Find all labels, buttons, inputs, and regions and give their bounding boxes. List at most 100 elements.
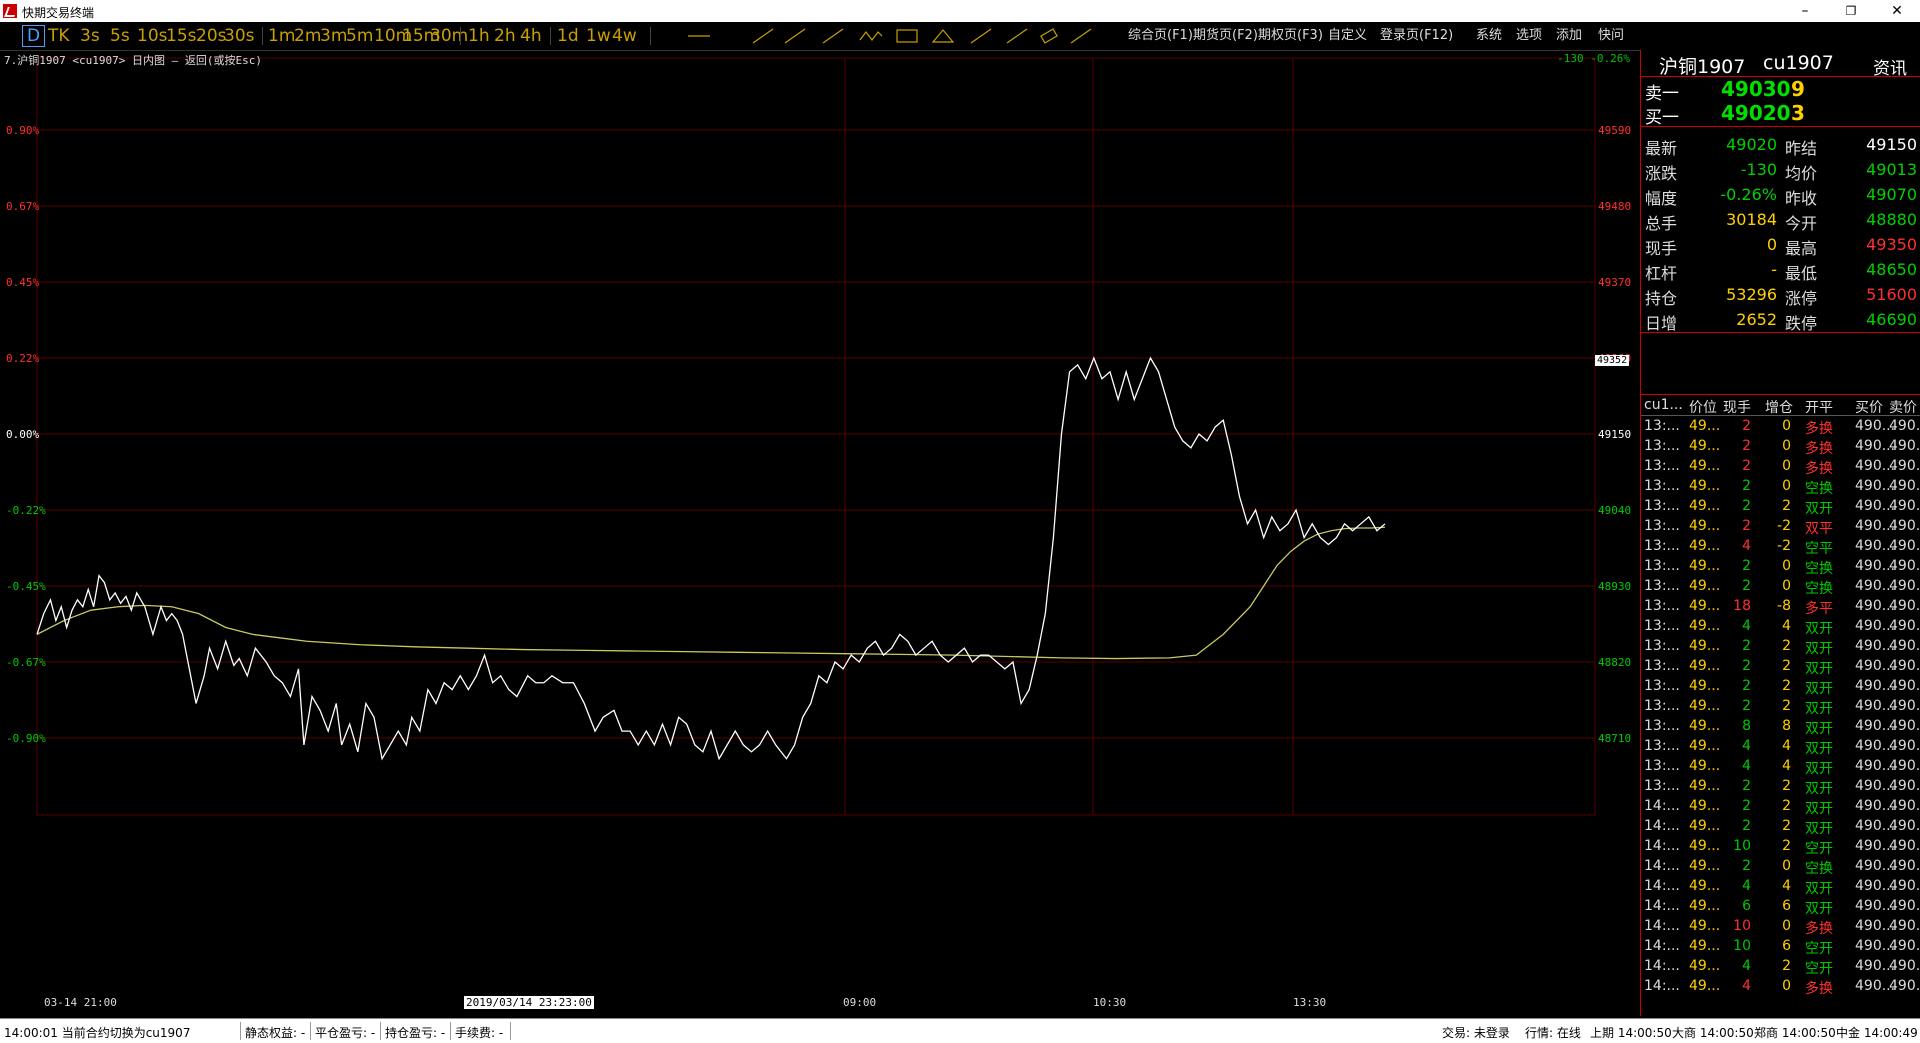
timeframe-1h[interactable]: 1h bbox=[468, 26, 490, 46]
line-icon[interactable] bbox=[686, 26, 712, 46]
timeframe-3s[interactable]: 3s bbox=[80, 26, 100, 46]
nav-7[interactable]: 添加 bbox=[1556, 26, 1582, 46]
restore-button[interactable]: ❐ bbox=[1828, 0, 1874, 22]
nav-6[interactable]: 选项 bbox=[1516, 26, 1542, 46]
fib-lines-icon[interactable] bbox=[1004, 26, 1030, 46]
nav-0[interactable]: 综合页(F1) bbox=[1128, 26, 1193, 46]
timeframe-tk[interactable]: TK bbox=[48, 26, 70, 46]
table-row[interactable]: 14:...49...100多换490...490... bbox=[1641, 917, 1920, 937]
table-cell: 2 bbox=[1742, 698, 1751, 714]
fib-fan-icon[interactable] bbox=[968, 26, 994, 46]
nav-5[interactable]: 系统 bbox=[1476, 26, 1502, 46]
timeframe-15s[interactable]: 15s bbox=[166, 26, 197, 46]
timeframe-1m[interactable]: 1m bbox=[268, 26, 295, 46]
nav-3[interactable]: 自定义 bbox=[1328, 26, 1367, 46]
wave-icon[interactable] bbox=[858, 26, 884, 46]
table-cell: 2 bbox=[1742, 678, 1751, 694]
eraser-icon[interactable] bbox=[1036, 26, 1062, 46]
timeframe-1w[interactable]: 1w bbox=[586, 26, 611, 46]
ray-icon[interactable] bbox=[750, 26, 776, 46]
info-value: 49150 bbox=[1866, 135, 1917, 154]
column-header[interactable]: 增仓 bbox=[1765, 397, 1793, 417]
sell1-price[interactable]: 49030 bbox=[1721, 77, 1791, 101]
column-header[interactable]: 开平 bbox=[1805, 397, 1833, 417]
nav-8[interactable]: 快问 bbox=[1598, 26, 1624, 46]
table-row[interactable]: 14:...49...40多换490...490... bbox=[1641, 977, 1920, 997]
table-row[interactable]: 14:...49...22双开490...490... bbox=[1641, 817, 1920, 837]
table-row[interactable]: 14:...49...106空开490...490... bbox=[1641, 937, 1920, 957]
timeframe-2m[interactable]: 2m bbox=[294, 26, 321, 46]
timeframe-5s[interactable]: 5s bbox=[110, 26, 130, 46]
close-button[interactable]: ✕ bbox=[1874, 0, 1920, 22]
buy1-row[interactable]: 买一 49020 3 bbox=[1641, 101, 1920, 128]
table-row[interactable]: 14:...49...22双开490...490... bbox=[1641, 797, 1920, 817]
table-row[interactable]: 13:...49...20空换490...490... bbox=[1641, 557, 1920, 577]
column-header[interactable]: 买价 bbox=[1855, 397, 1883, 417]
table-row[interactable]: 13:...49...20空换490...490... bbox=[1641, 577, 1920, 597]
table-row[interactable]: 13:...49...22双开490...490... bbox=[1641, 777, 1920, 797]
table-row[interactable]: 13:...49...44双开490...490... bbox=[1641, 737, 1920, 757]
rectangle-icon[interactable] bbox=[894, 26, 920, 46]
table-row[interactable]: 13:...49...2-2双平490...490... bbox=[1641, 517, 1920, 537]
table-row[interactable]: 13:...49...44双开490...490... bbox=[1641, 757, 1920, 777]
chart-canvas[interactable] bbox=[0, 50, 1638, 1016]
column-header[interactable]: 卖价 bbox=[1889, 397, 1917, 417]
timeframe-1d[interactable]: 1d bbox=[557, 26, 579, 46]
table-row[interactable]: 13:...49...22双开490...490... bbox=[1641, 497, 1920, 517]
table-row[interactable]: 14:...49...66双开490...490... bbox=[1641, 897, 1920, 917]
table-row[interactable]: 13:...49...4-2空平490...490... bbox=[1641, 537, 1920, 557]
buy1-price[interactable]: 49020 bbox=[1721, 101, 1791, 125]
table-row[interactable]: 13:...49...88双开490...490... bbox=[1641, 717, 1920, 737]
table-row[interactable]: 13:...49...20多换490...490... bbox=[1641, 437, 1920, 457]
table-row[interactable]: 14:...49...20空换490...490... bbox=[1641, 857, 1920, 877]
nav-4[interactable]: 登录页(F12) bbox=[1380, 26, 1453, 46]
timeframe-d[interactable]: D bbox=[22, 25, 46, 47]
table-cell: 4 bbox=[1782, 738, 1791, 754]
timeframe-4w[interactable]: 4w bbox=[612, 26, 637, 46]
chart-title[interactable]: 7.沪铜1907 <cu1907> 日内图 — 返回(或按Esc) bbox=[4, 52, 262, 68]
triangle-icon[interactable] bbox=[930, 26, 956, 46]
minimize-button[interactable]: – bbox=[1782, 0, 1828, 22]
trade-status[interactable]: 交易: 未登录 bbox=[1442, 1024, 1510, 1041]
table-row[interactable]: 13:...49...20空换490...490... bbox=[1641, 477, 1920, 497]
table-cell: 49... bbox=[1689, 818, 1721, 834]
timeframe-30m[interactable]: 30m bbox=[430, 26, 468, 46]
table-row[interactable]: 13:...49...18-8多平490...490... bbox=[1641, 597, 1920, 617]
table-row[interactable]: 13:...49...22双开490...490... bbox=[1641, 637, 1920, 657]
intraday-chart[interactable]: 7.沪铜1907 <cu1907> 日内图 — 返回(或按Esc) -130 -… bbox=[0, 50, 1638, 1016]
table-row[interactable]: 13:...49...20多换490...490... bbox=[1641, 457, 1920, 477]
nav-2[interactable]: 期权页(F3) bbox=[1258, 26, 1323, 46]
table-row[interactable]: 13:...49...22双开490...490... bbox=[1641, 677, 1920, 697]
table-cell: 14:... bbox=[1644, 878, 1680, 894]
table-row[interactable]: 14:...49...44双开490...490... bbox=[1641, 877, 1920, 897]
arrow-icon[interactable] bbox=[820, 26, 846, 46]
nav-1[interactable]: 期货页(F2) bbox=[1193, 26, 1258, 46]
column-header[interactable]: 价位 bbox=[1689, 397, 1717, 417]
timeframe-3m[interactable]: 3m bbox=[320, 26, 347, 46]
timeframe-10s[interactable]: 10s bbox=[137, 26, 168, 46]
hide-icon[interactable] bbox=[1068, 26, 1094, 46]
divider bbox=[262, 27, 263, 45]
table-row[interactable]: 13:...49...22双开490...490... bbox=[1641, 697, 1920, 717]
table-row[interactable]: 14:...49...42空开490...490... bbox=[1641, 957, 1920, 977]
table-row[interactable]: 13:...49...20多换490...490... bbox=[1641, 417, 1920, 437]
sell1-row[interactable]: 卖一 49030 9 bbox=[1641, 77, 1920, 104]
news-link[interactable]: 资讯 bbox=[1873, 54, 1907, 79]
timeframe-30s[interactable]: 30s bbox=[224, 26, 255, 46]
timeframe-20s[interactable]: 20s bbox=[196, 26, 227, 46]
timeframe-2h[interactable]: 2h bbox=[494, 26, 516, 46]
table-row[interactable]: 13:...49...22双开490...490... bbox=[1641, 657, 1920, 677]
info-value: 2652 bbox=[1736, 310, 1777, 329]
column-header[interactable]: cu1... bbox=[1644, 397, 1683, 413]
column-header[interactable]: 现手 bbox=[1723, 397, 1751, 417]
table-cell: 490... bbox=[1889, 518, 1920, 534]
table-row[interactable]: 13:...49...44双开490...490... bbox=[1641, 617, 1920, 637]
table-cell: 2 bbox=[1742, 418, 1751, 434]
timeframe-4h[interactable]: 4h bbox=[520, 26, 542, 46]
segment-icon[interactable] bbox=[782, 26, 808, 46]
timeframe-5m[interactable]: 5m bbox=[346, 26, 373, 46]
info-row: 杠杆 - 最低 48650 bbox=[1641, 257, 1920, 283]
table-cell: 49... bbox=[1689, 458, 1721, 474]
table-cell: 2 bbox=[1742, 658, 1751, 674]
table-row[interactable]: 14:...49...102空开490...490... bbox=[1641, 837, 1920, 857]
